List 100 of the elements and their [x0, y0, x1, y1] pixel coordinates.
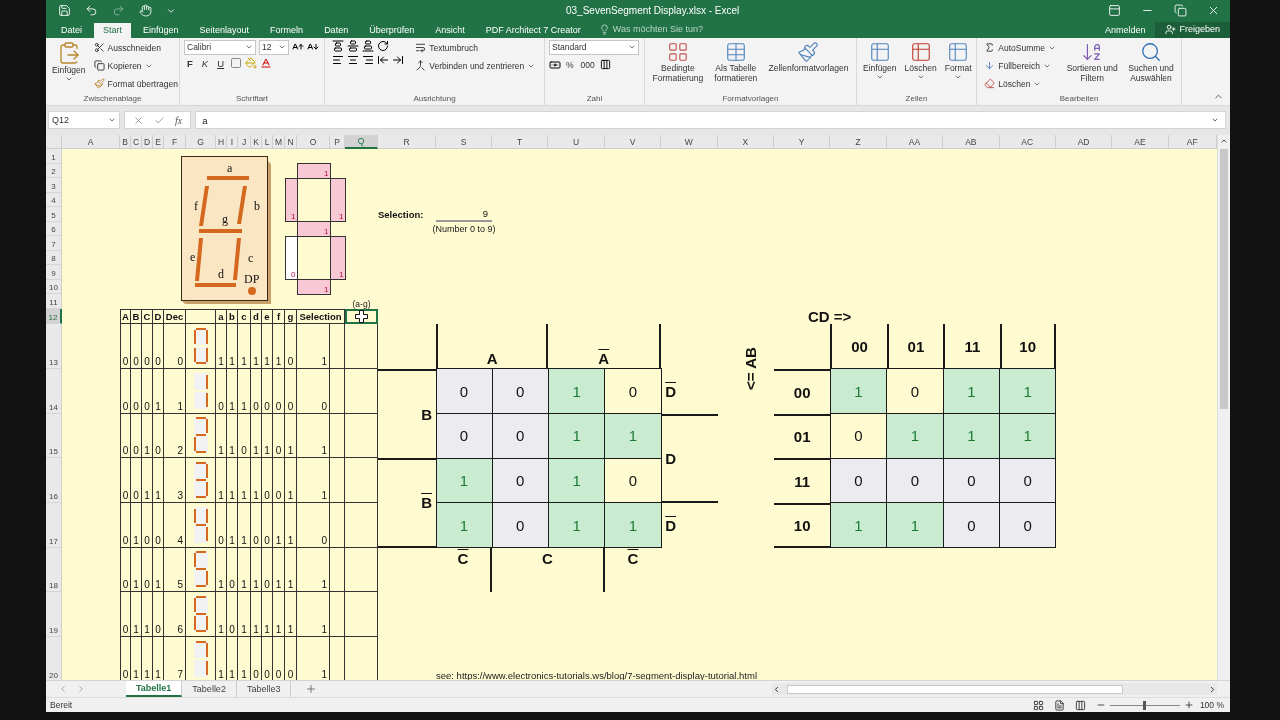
- row-header[interactable]: 7: [46, 236, 62, 251]
- menu-tab[interactable]: Ansicht: [426, 22, 474, 38]
- row-header[interactable]: 14: [46, 368, 62, 414]
- menu-tab[interactable]: Überprüfen: [360, 22, 424, 38]
- row-header[interactable]: 20: [46, 637, 62, 681]
- scrollbar-thumb[interactable]: [1220, 149, 1228, 410]
- column-header[interactable]: D: [142, 135, 153, 150]
- selected-cell[interactable]: [345, 308, 378, 325]
- column-header[interactable]: L: [262, 135, 273, 150]
- tell-me-field[interactable]: Was möchten Sie tun?: [592, 23, 703, 38]
- column-header[interactable]: A: [62, 135, 120, 150]
- row-header[interactable]: 13: [46, 324, 62, 369]
- align-top-icon[interactable]: [331, 39, 344, 52]
- zoom-in-icon[interactable]: [1183, 700, 1194, 711]
- menu-tab[interactable]: Seitenlayout: [190, 22, 259, 38]
- column-header[interactable]: I: [227, 135, 238, 150]
- row-header[interactable]: 3: [46, 178, 62, 193]
- align-middle-icon[interactable]: [346, 39, 359, 52]
- underline-button[interactable]: U: [214, 56, 228, 70]
- column-header[interactable]: K: [251, 135, 262, 150]
- column-header[interactable]: Y: [773, 135, 831, 150]
- menu-tab[interactable]: PDF Architect 7 Creator: [476, 22, 590, 38]
- zoom-slider[interactable]: [1143, 700, 1147, 710]
- column-header[interactable]: H: [216, 135, 227, 150]
- scrollbar-thumb[interactable]: [787, 684, 1123, 694]
- merge-center-button[interactable]: Verbinden und zentrieren: [413, 57, 538, 74]
- cut-button[interactable]: Ausschneiden: [91, 39, 180, 56]
- thousands-button[interactable]: 000: [578, 56, 597, 73]
- orientation-icon[interactable]: [376, 39, 389, 52]
- percent-button[interactable]: %: [564, 56, 576, 73]
- column-header[interactable]: AE: [1112, 135, 1169, 150]
- scroll-left-icon[interactable]: [772, 684, 781, 694]
- row-header[interactable]: 17: [46, 502, 62, 548]
- column-header[interactable]: P: [330, 135, 345, 150]
- undo-icon[interactable]: [85, 4, 98, 18]
- formula-field[interactable]: a: [195, 111, 1226, 130]
- menu-tab[interactable]: Formeln: [261, 22, 313, 38]
- copy-button[interactable]: Kopieren: [91, 57, 180, 74]
- sort-filter-button[interactable]: Sortieren und Filtern: [1064, 39, 1120, 94]
- sign-in-link[interactable]: Anmelden: [1094, 24, 1156, 38]
- hand-icon[interactable]: [139, 4, 152, 18]
- italic-button[interactable]: K: [198, 56, 212, 70]
- row-header[interactable]: 11: [46, 294, 62, 309]
- row-header[interactable]: 5: [46, 207, 62, 222]
- page-break-icon[interactable]: [1074, 699, 1086, 711]
- sheet-tab[interactable]: Tabelle1: [126, 681, 183, 698]
- row-header[interactable]: 15: [46, 413, 62, 459]
- align-center-icon[interactable]: [346, 53, 359, 66]
- column-header[interactable]: Q: [345, 135, 378, 150]
- column-header[interactable]: O: [297, 135, 330, 150]
- paste-button[interactable]: Einfügen: [50, 39, 88, 94]
- column-header[interactable]: W: [661, 135, 718, 150]
- save-icon[interactable]: [58, 4, 71, 18]
- column-header[interactable]: Z: [830, 135, 887, 150]
- column-header[interactable]: B: [120, 135, 131, 150]
- column-header[interactable]: AA: [886, 135, 944, 150]
- normal-view-icon[interactable]: [1032, 699, 1044, 711]
- selection-field[interactable]: 9: [436, 207, 492, 222]
- row-header[interactable]: 16: [46, 458, 62, 503]
- column-header[interactable]: N: [285, 135, 297, 150]
- style-button[interactable]: Bedingte Formatierung: [650, 39, 706, 94]
- column-header[interactable]: E: [153, 135, 164, 150]
- page-layout-icon[interactable]: [1053, 699, 1065, 711]
- column-header[interactable]: M: [273, 135, 285, 150]
- column-header[interactable]: J: [238, 135, 251, 150]
- column-header[interactable]: T: [492, 135, 549, 150]
- column-header[interactable]: AD: [1055, 135, 1113, 150]
- scroll-right-icon[interactable]: [1208, 684, 1217, 694]
- row-header[interactable]: 1: [46, 149, 62, 164]
- column-header[interactable]: X: [717, 135, 774, 150]
- column-header[interactable]: F: [164, 135, 186, 150]
- column-header[interactable]: AF: [1168, 135, 1217, 150]
- column-header[interactable]: U: [548, 135, 605, 150]
- number-format-field[interactable]: Standard: [549, 39, 639, 55]
- increase-indent-icon[interactable]: [391, 53, 404, 66]
- menu-tab[interactable]: Datei: [52, 22, 91, 38]
- insert-function-button[interactable]: fx: [175, 114, 183, 126]
- column-header[interactable]: C: [131, 135, 142, 150]
- ribbon-display-icon[interactable]: [1108, 4, 1121, 18]
- row-header[interactable]: 19: [46, 592, 62, 637]
- fill-color-icon[interactable]: [245, 57, 258, 70]
- column-header[interactable]: R: [378, 135, 436, 150]
- style-button[interactable]: Als Tabelle formatieren: [712, 39, 760, 94]
- column-header[interactable]: V: [604, 135, 662, 150]
- column-header[interactable]: AB: [943, 135, 1000, 150]
- find-select-button[interactable]: Suchen und Auswählen: [1126, 39, 1176, 94]
- name-box[interactable]: Q12: [48, 111, 120, 130]
- cells-button[interactable]: Einfügen: [861, 39, 899, 94]
- decrease-indent-icon[interactable]: [376, 53, 389, 66]
- menu-tab[interactable]: Daten: [315, 22, 358, 38]
- column-header[interactable]: G: [186, 135, 216, 150]
- cancel-icon[interactable]: [133, 114, 144, 126]
- align-left-icon[interactable]: [331, 53, 344, 66]
- autosum-button[interactable]: AutoSumme: [982, 39, 1059, 56]
- bold-button[interactable]: F: [184, 56, 196, 70]
- cells-button[interactable]: Format: [942, 39, 974, 94]
- format-painter-button[interactable]: Format übertragen: [91, 75, 180, 92]
- menu-tab[interactable]: Einfügen: [134, 22, 188, 38]
- border-icon[interactable]: [230, 57, 243, 70]
- font-name-field[interactable]: Calibri: [184, 39, 256, 55]
